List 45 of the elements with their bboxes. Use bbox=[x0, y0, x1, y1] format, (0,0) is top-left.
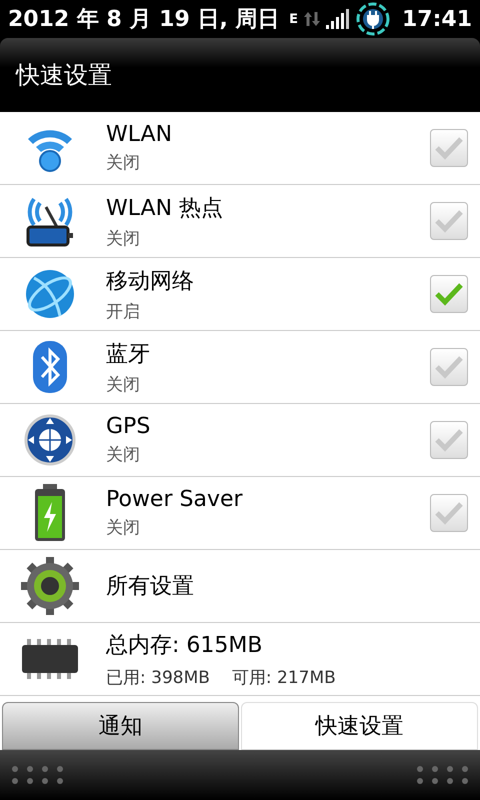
gear-icon bbox=[20, 556, 80, 616]
checkbox[interactable] bbox=[430, 275, 468, 313]
checkbox[interactable] bbox=[430, 129, 468, 167]
data-arrows-icon bbox=[304, 12, 320, 26]
setting-title: Power Saver bbox=[106, 487, 244, 512]
setting-title: GPS bbox=[106, 414, 152, 439]
setting-status: 关闭 bbox=[106, 517, 141, 539]
setting-title: 所有设置 bbox=[106, 573, 195, 601]
setting-title: WLAN bbox=[106, 122, 174, 147]
status-date: 2012 年 8 月 19 日, 周日 bbox=[8, 6, 280, 34]
tab[interactable]: 快速设置 bbox=[241, 702, 478, 750]
setting-row[interactable]: GPS 关闭 bbox=[0, 404, 480, 477]
setting-row[interactable]: WLAN 关闭 bbox=[0, 112, 480, 185]
checkbox[interactable] bbox=[430, 421, 468, 459]
battery-icon bbox=[33, 484, 67, 542]
header-title: 快速设置 bbox=[16, 60, 112, 91]
setting-row[interactable]: 蓝牙 关闭 bbox=[0, 331, 480, 404]
bluetooth-icon bbox=[32, 340, 68, 394]
tab[interactable]: 通知 bbox=[2, 702, 239, 750]
network-type: E bbox=[289, 12, 298, 26]
checkbox[interactable] bbox=[430, 202, 468, 240]
memory-used: 已用: 398MB bbox=[106, 666, 210, 688]
status-time: 17:41 bbox=[402, 6, 472, 32]
handle-bar[interactable] bbox=[0, 750, 480, 800]
globe-icon bbox=[24, 268, 76, 320]
charging-plug-icon bbox=[356, 2, 390, 36]
compass-icon bbox=[24, 414, 76, 466]
setting-row[interactable]: Power Saver 关闭 bbox=[0, 477, 480, 550]
setting-title: 蓝牙 bbox=[106, 340, 151, 368]
setting-title: 移动网络 bbox=[106, 268, 195, 296]
signal-icon bbox=[326, 9, 350, 29]
setting-status: 关闭 bbox=[106, 228, 141, 250]
memory-free: 可用: 217MB bbox=[232, 666, 336, 688]
setting-status: 关闭 bbox=[106, 444, 141, 466]
setting-title: 总内存: 615MB bbox=[106, 632, 264, 660]
setting-status: 关闭 bbox=[106, 374, 141, 396]
memory-chip-icon bbox=[21, 639, 79, 679]
setting-status: 开启 bbox=[106, 300, 141, 322]
setting-status: 关闭 bbox=[106, 152, 141, 174]
checkbox[interactable] bbox=[430, 494, 468, 532]
setting-row[interactable]: WLAN 热点 关闭 bbox=[0, 185, 480, 258]
setting-title: WLAN 热点 bbox=[106, 194, 224, 222]
setting-row[interactable]: 所有设置 bbox=[0, 550, 480, 623]
checkbox[interactable] bbox=[430, 348, 468, 386]
setting-row[interactable]: 移动网络 开启 bbox=[0, 258, 480, 331]
